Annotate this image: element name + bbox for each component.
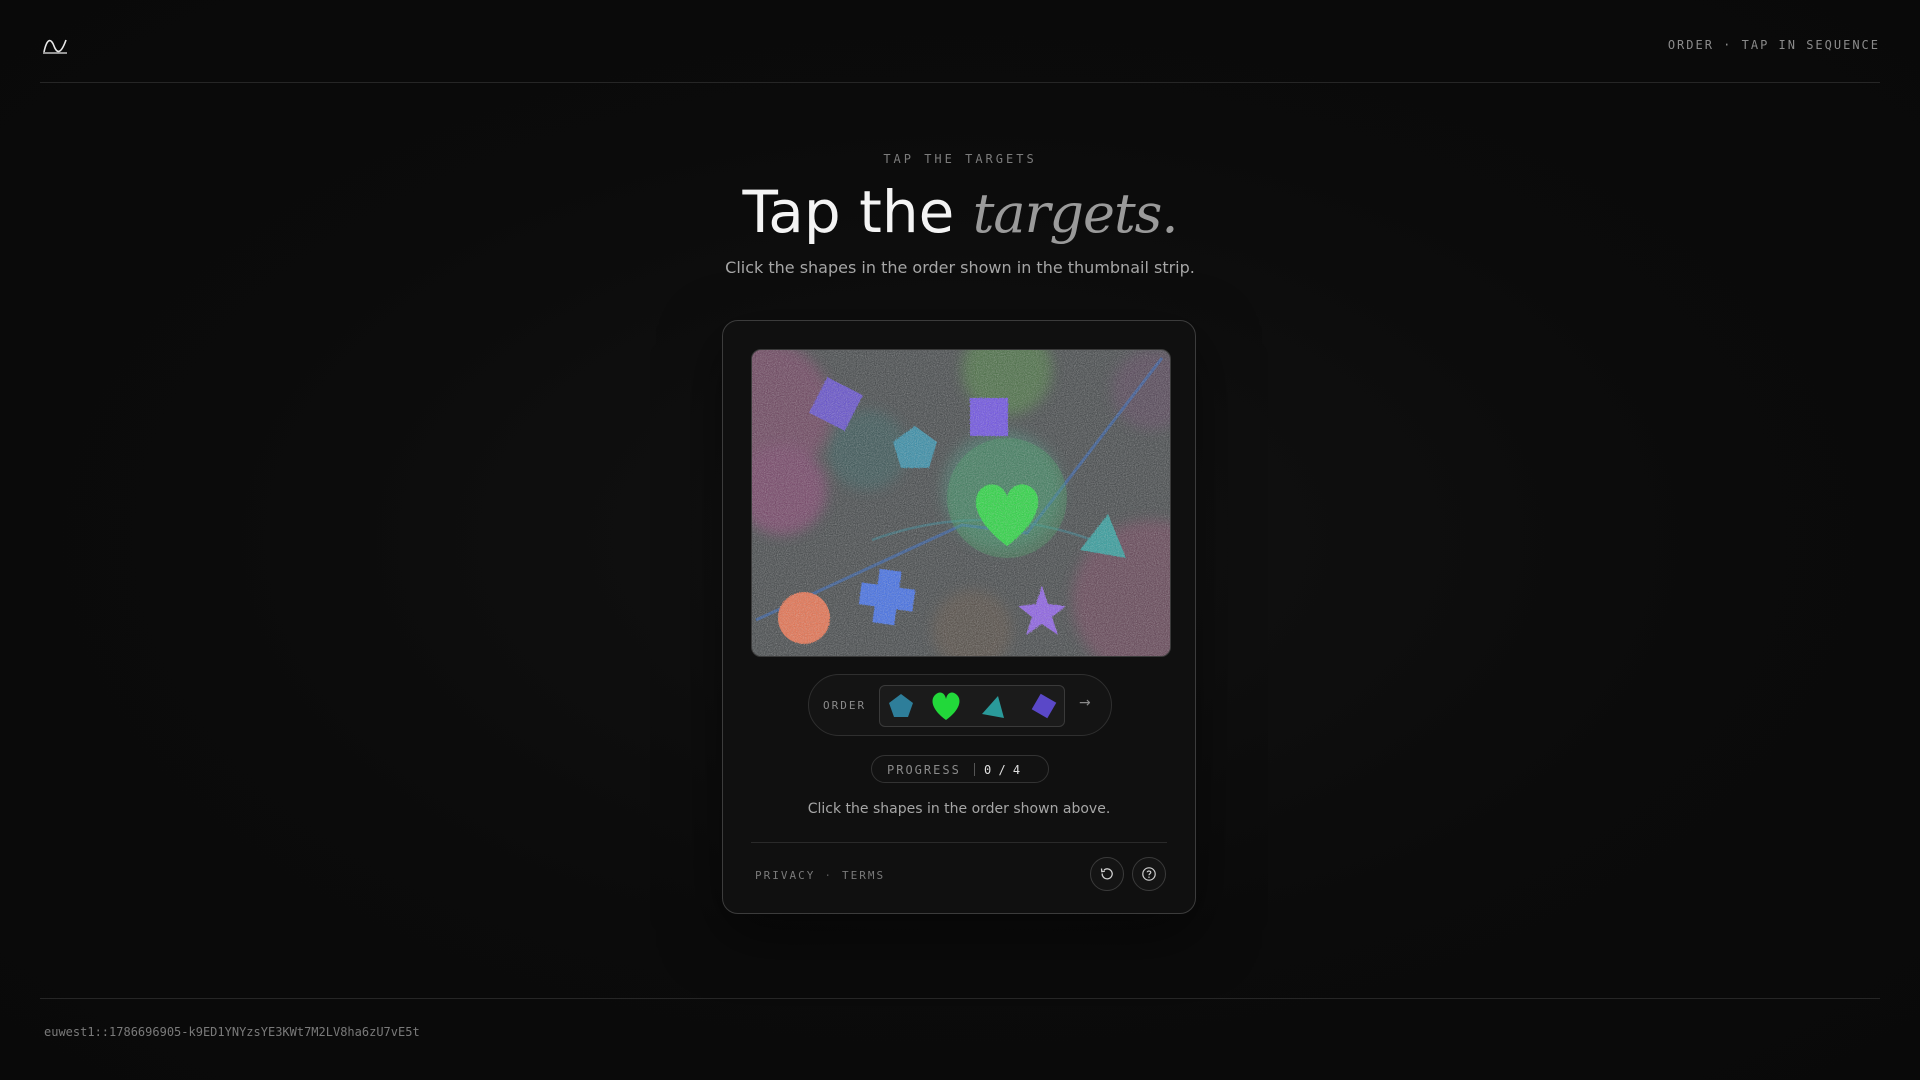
thumb-triangle-icon [982, 696, 1004, 718]
privacy-link[interactable]: PRIVACY [755, 869, 815, 882]
refresh-button[interactable] [1090, 857, 1124, 891]
order-label: ORDER [823, 699, 867, 712]
progress-value: 0 / 4 [984, 763, 1021, 777]
terms-link[interactable]: TERMS [842, 869, 885, 882]
help-button[interactable] [1132, 857, 1166, 891]
shape-scene [752, 350, 1170, 656]
title-emphasis: targets. [972, 182, 1179, 245]
arrow-right-icon: → [1079, 695, 1091, 711]
progress-label: PROGRESS [887, 763, 961, 777]
progress-separator [974, 763, 975, 776]
page-subtitle: Click the shapes in the order shown in t… [725, 258, 1195, 277]
thumb-pentagon-icon [889, 694, 913, 717]
challenge-card: ORDER → PROGRESS 0 / 4 Click the shapes … [722, 320, 1196, 914]
help-icon [1142, 867, 1156, 881]
waveform-logo-icon [43, 39, 67, 54]
session-id: euwest1::1786696905-k9ED1YNYzsYE3KWt7M2L… [44, 1025, 420, 1039]
canvas-noise-overlay [752, 350, 1170, 656]
thumb-diamond-icon [1031, 693, 1057, 719]
card-divider [751, 842, 1167, 843]
thumb-heart-icon [932, 692, 960, 720]
title-plain: Tap the [742, 178, 955, 246]
page-title: Tap the targets. [0, 176, 1920, 250]
order-strip: ORDER → [808, 674, 1112, 736]
eyebrow-label: TAP THE TARGETS [883, 152, 1037, 166]
mode-label: ORDER · TAP IN SEQUENCE [1667, 38, 1880, 52]
refresh-icon [1100, 868, 1113, 880]
progress-indicator: PROGRESS 0 / 4 [871, 755, 1049, 783]
footer-divider [40, 998, 1880, 999]
legal-links: PRIVACY · TERMS [755, 869, 885, 882]
challenge-canvas[interactable] [751, 349, 1171, 657]
instruction-text: Click the shapes in the order shown abov… [807, 801, 1111, 817]
link-separator: · [824, 869, 833, 882]
order-thumbnails [879, 685, 1065, 727]
top-bar: ORDER · TAP IN SEQUENCE [40, 0, 1880, 83]
